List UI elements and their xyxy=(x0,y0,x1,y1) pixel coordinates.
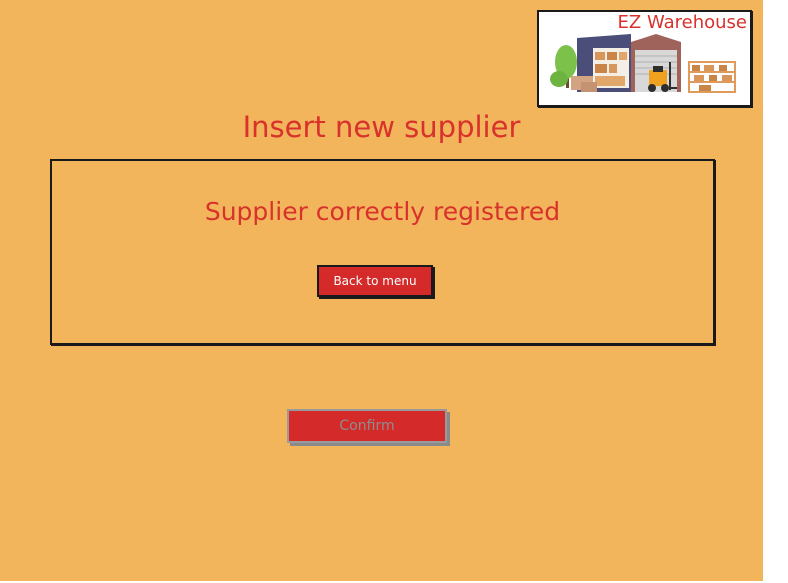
confirmation-dialog: Supplier correctly registered Back to me… xyxy=(50,159,715,345)
success-message: Supplier correctly registered xyxy=(204,197,561,226)
logo-text: EZ Warehouse xyxy=(617,12,747,33)
confirm-button[interactable]: Confirm xyxy=(287,409,447,443)
back-to-menu-button[interactable]: Back to menu xyxy=(317,265,433,297)
app-logo: EZ Warehouse xyxy=(537,10,752,107)
screen-background: EZ Warehouse Insert new supplier Supplie… xyxy=(0,0,763,581)
page-title: Insert new supplier xyxy=(242,110,521,144)
